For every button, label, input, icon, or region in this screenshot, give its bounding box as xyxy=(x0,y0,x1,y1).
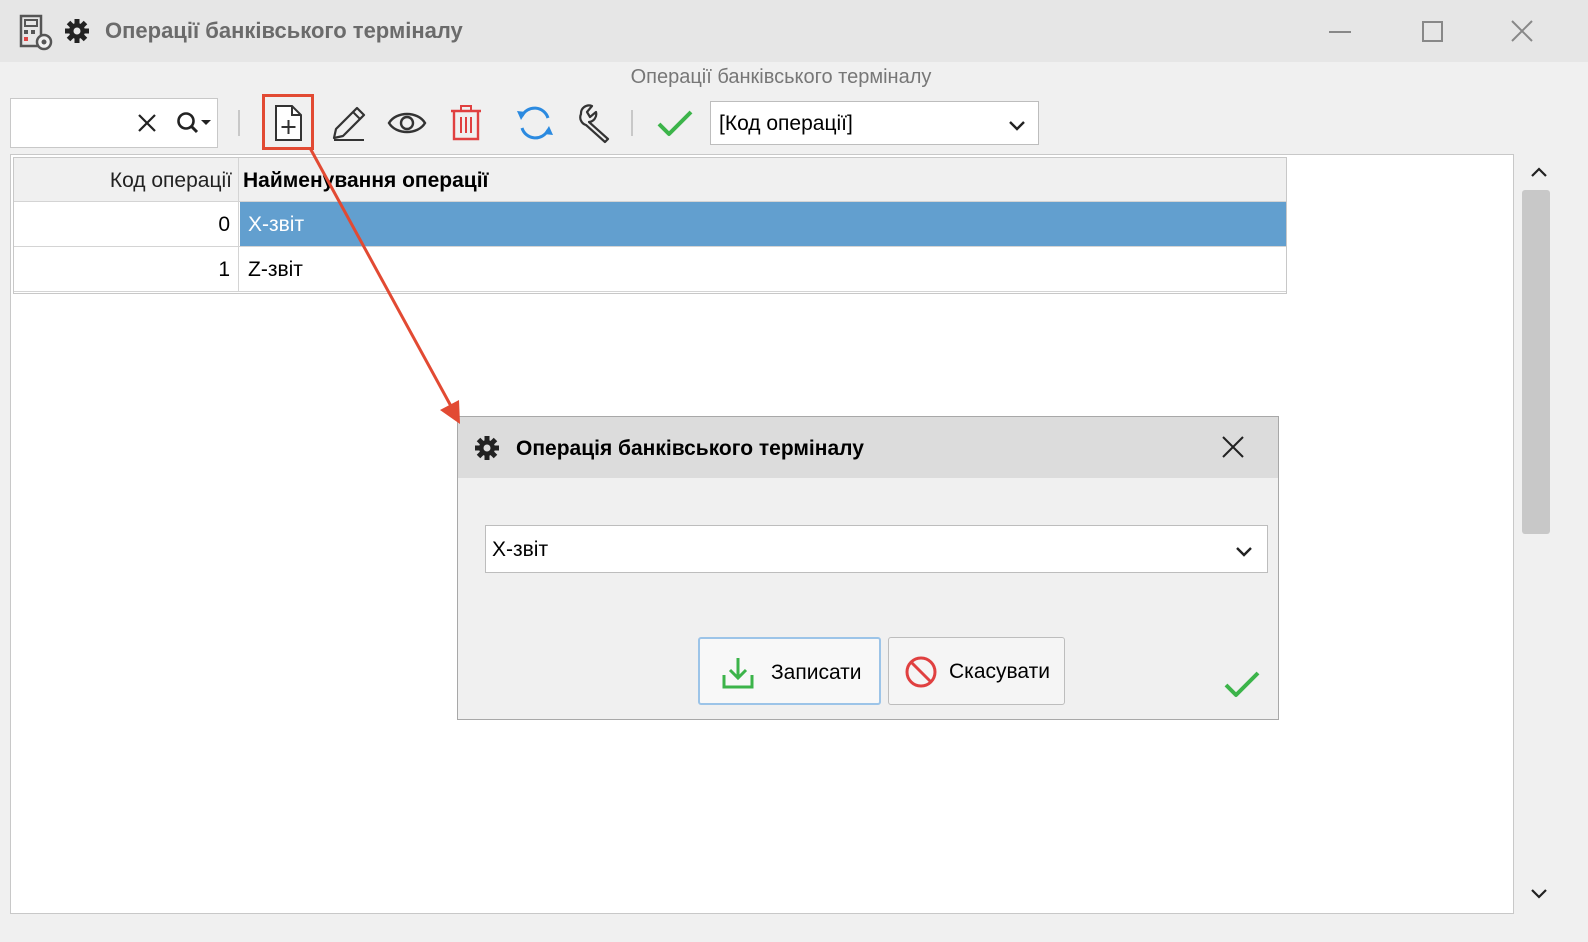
toolbar-separator xyxy=(238,110,240,136)
close-window-button[interactable] xyxy=(1502,14,1542,50)
scroll-up-icon[interactable] xyxy=(1528,162,1550,184)
dialog-header: Операція банківського терміналу xyxy=(458,417,1278,478)
column-header-code[interactable]: Код операції xyxy=(13,157,239,202)
cancel-button[interactable]: Скасувати xyxy=(888,637,1065,705)
form-subtitle: Операції банківського терміналу xyxy=(630,66,932,88)
checkmark-icon xyxy=(1224,671,1260,697)
gear-icon xyxy=(475,436,499,460)
chevron-down-icon xyxy=(1009,121,1025,131)
refresh-icon xyxy=(517,106,553,140)
table-row[interactable]: 1 Z-звіт xyxy=(13,247,1287,292)
sort-field-value: [Код операції] xyxy=(719,112,853,135)
column-header-name[interactable]: Найменування операції xyxy=(243,157,488,202)
apply-check-icon xyxy=(657,110,693,136)
chevron-down-icon xyxy=(1236,547,1252,557)
status-strip xyxy=(0,918,1588,942)
cell-name: X-звіт xyxy=(240,202,1287,246)
settings-button[interactable] xyxy=(572,100,618,146)
cell-code: 0 xyxy=(13,202,239,246)
window-title: Операції банківського терміналу xyxy=(105,18,463,43)
vertical-scrollbar[interactable] xyxy=(1520,154,1560,914)
save-download-icon xyxy=(722,658,754,689)
dialog-title: Операція банківського терміналу xyxy=(516,437,864,460)
delete-button[interactable] xyxy=(443,100,489,146)
apply-button[interactable] xyxy=(652,100,698,146)
table-row[interactable]: 0 X-звіт xyxy=(13,202,1287,247)
search-dropdown-icon[interactable] xyxy=(175,109,215,137)
clear-search-icon[interactable] xyxy=(135,111,159,135)
gear-icon xyxy=(65,19,89,43)
scroll-down-icon[interactable] xyxy=(1528,882,1550,904)
delete-trash-icon xyxy=(451,105,481,141)
save-button[interactable]: Записати xyxy=(698,637,881,705)
cancel-prohibit-icon xyxy=(905,656,937,688)
view-button[interactable] xyxy=(384,100,430,146)
table-header: Код операції Найменування операції xyxy=(13,157,1287,202)
sort-field-select[interactable]: [Код операції] xyxy=(710,101,1039,145)
toolbar-separator xyxy=(631,110,633,136)
new-document-icon xyxy=(275,105,302,141)
maximize-button[interactable] xyxy=(1412,14,1452,50)
cancel-button-label: Скасувати xyxy=(949,660,1050,683)
cell-name: Z-звіт xyxy=(248,258,303,281)
settings-wrench-icon xyxy=(579,104,610,144)
operation-select[interactable]: X-звіт xyxy=(485,525,1268,573)
scrollbar-thumb[interactable] xyxy=(1522,190,1550,534)
operations-table: Код операції Найменування операції 0 X-з… xyxy=(13,157,1287,292)
operation-dialog: Операція банківського терміналу X-звіт З… xyxy=(457,416,1279,720)
close-icon[interactable] xyxy=(1220,434,1246,460)
search-input[interactable] xyxy=(10,98,218,148)
title-bar: Операції банківського терміналу xyxy=(0,0,1588,62)
minimize-button[interactable] xyxy=(1320,14,1360,50)
save-button-label: Записати xyxy=(771,661,862,684)
operation-select-value: X-звіт xyxy=(492,538,549,561)
app-calculator-gear-icon xyxy=(19,14,53,51)
edit-button[interactable] xyxy=(326,100,372,146)
edit-pencil-icon xyxy=(332,106,366,141)
cell-code: 1 xyxy=(13,247,239,291)
view-eye-icon xyxy=(387,112,427,134)
refresh-button[interactable] xyxy=(512,100,558,146)
new-document-button[interactable] xyxy=(265,100,311,146)
